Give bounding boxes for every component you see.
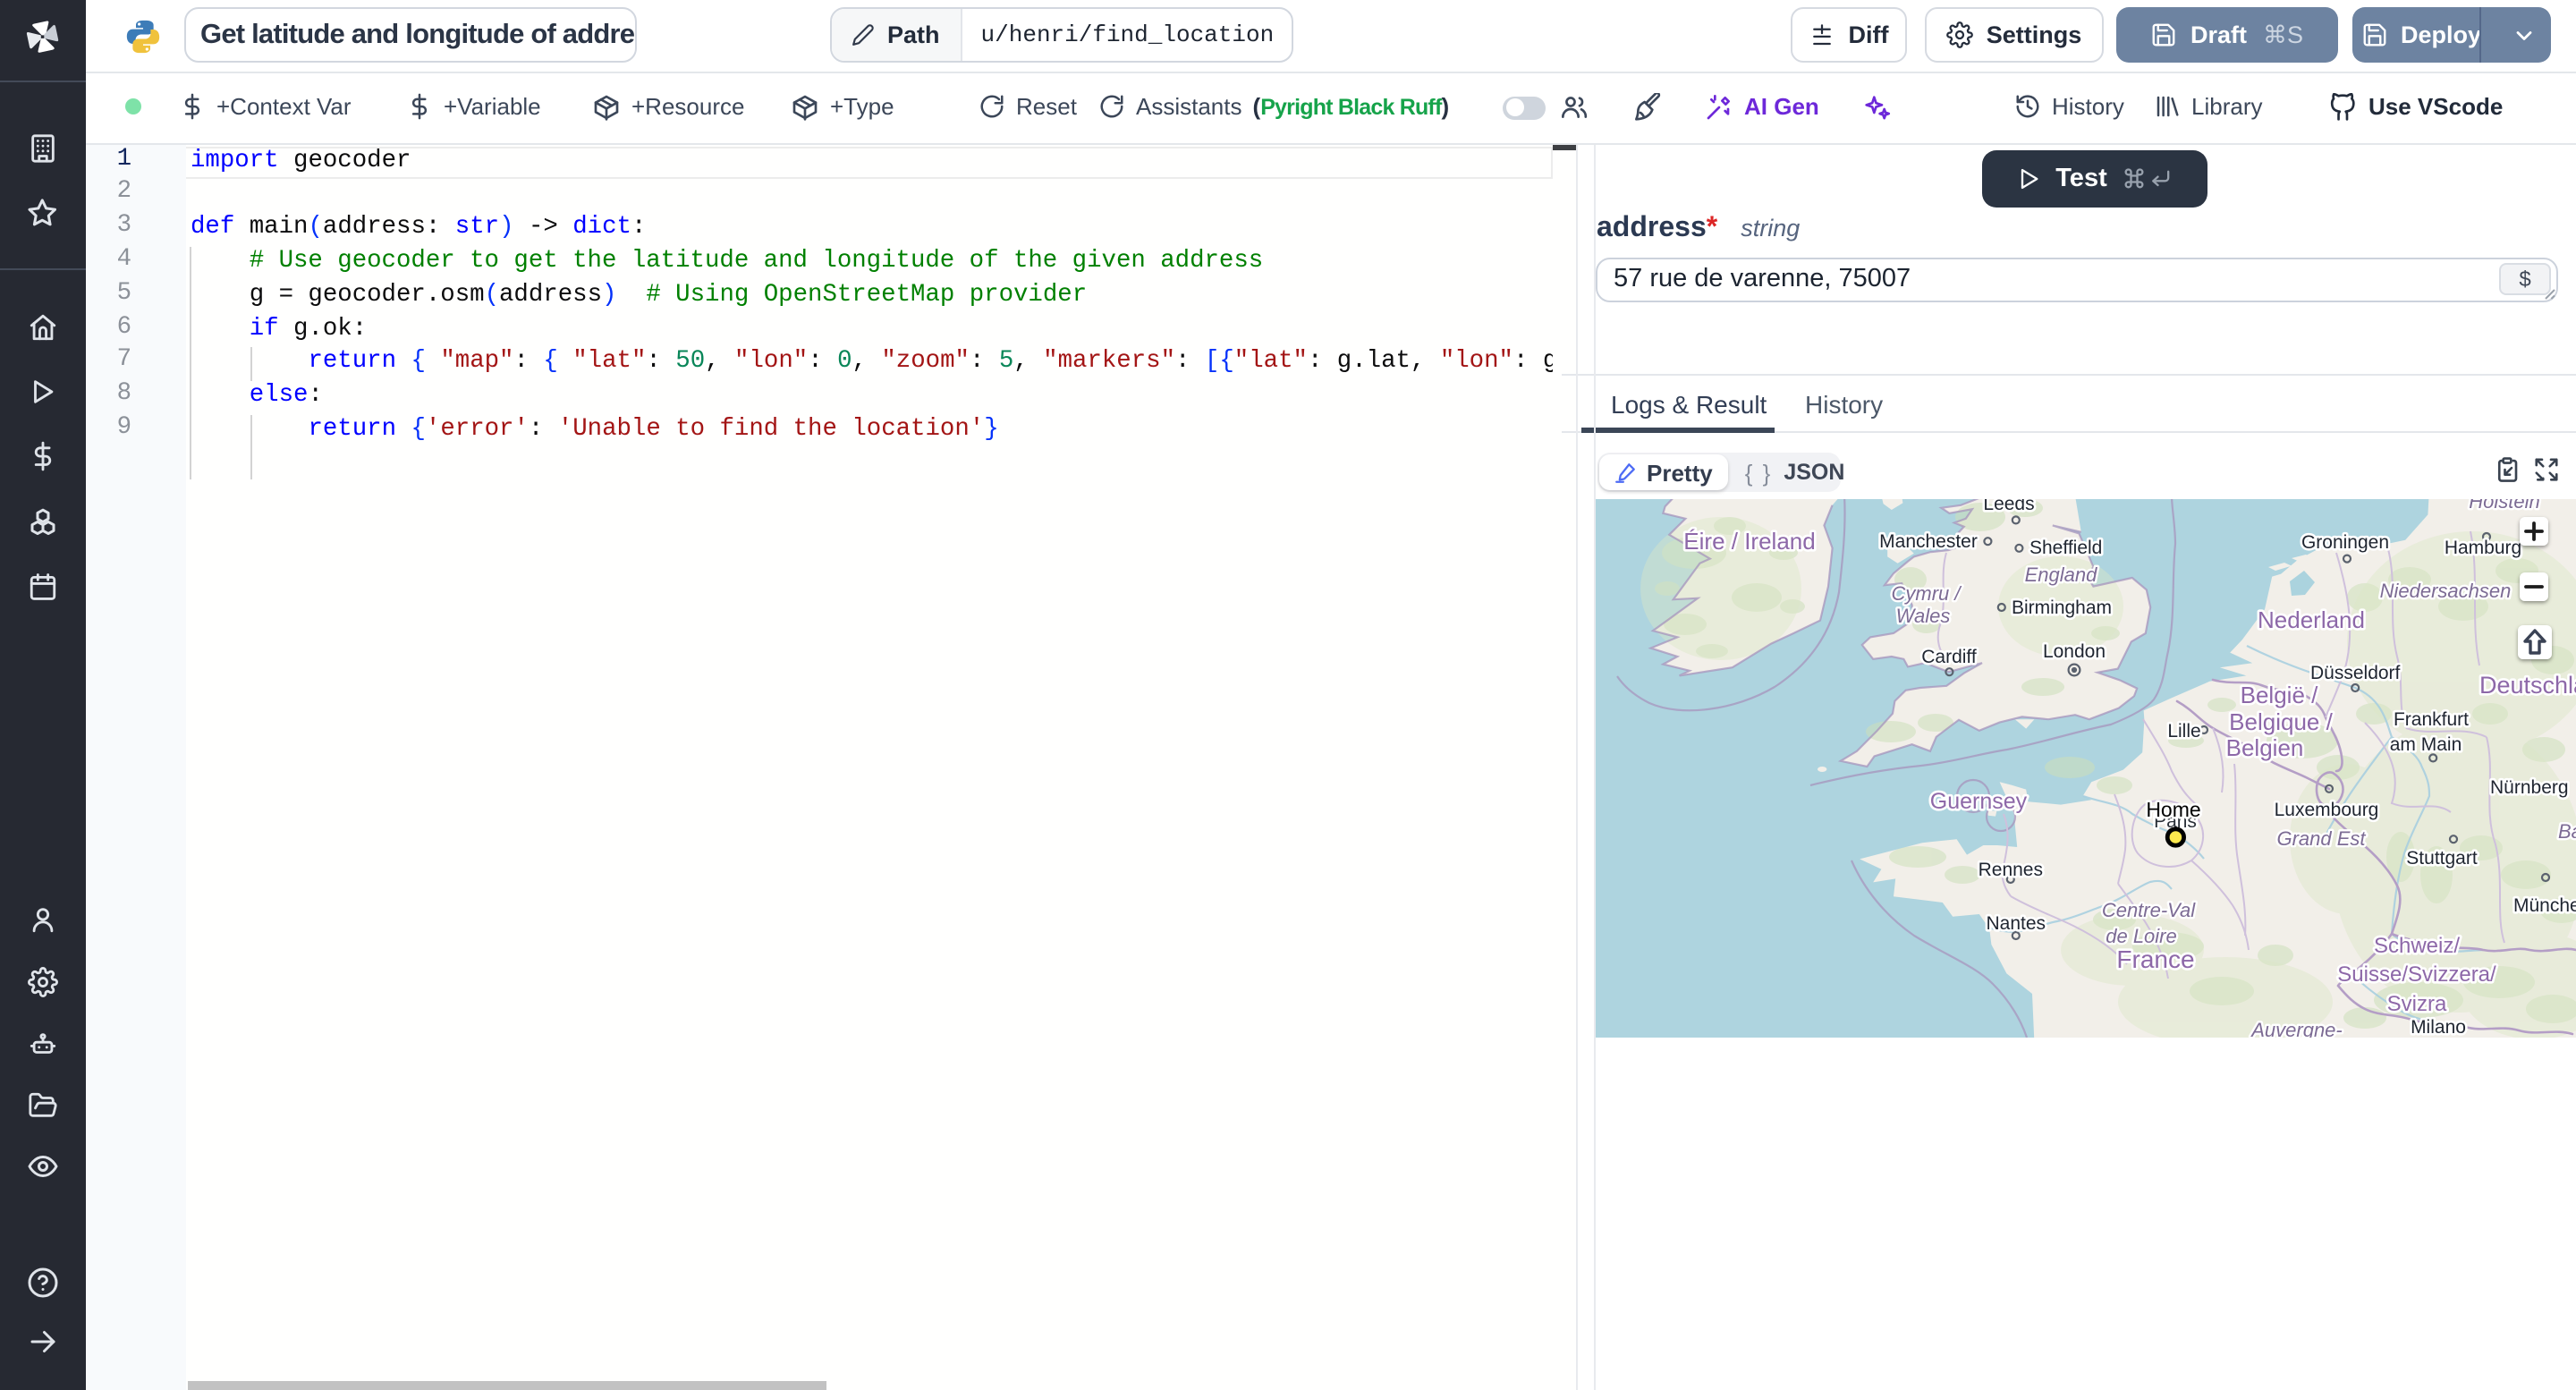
svg-text:Niedersachsen: Niedersachsen — [2379, 579, 2511, 601]
svg-text:Belgique /: Belgique / — [2228, 708, 2332, 734]
svg-text:Milano: Milano — [2410, 1016, 2465, 1037]
svg-text:Cymru /: Cymru / — [1891, 581, 1962, 604]
svg-text:Grand Est: Grand Est — [2275, 826, 2365, 849]
svg-text:Stuttgart: Stuttgart — [2405, 847, 2477, 868]
svg-text:München: München — [2512, 894, 2576, 915]
svg-text:Auvergne-: Auvergne- — [2249, 1018, 2342, 1037]
svg-text:Suisse/Svizzera/: Suisse/Svizzera/ — [2336, 962, 2496, 986]
svg-text:de Loire: de Loire — [2105, 924, 2176, 946]
svg-text:Deutschland: Deutschland — [2479, 671, 2576, 698]
svg-text:Luxembourg: Luxembourg — [2274, 799, 2378, 819]
svg-text:Leeds: Leeds — [1982, 498, 2033, 513]
svg-text:Birmingham: Birmingham — [2011, 597, 2111, 617]
svg-text:Frankfurt: Frankfurt — [2393, 708, 2468, 729]
svg-text:Manchester: Manchester — [1878, 530, 1977, 551]
svg-text:Hamburg: Hamburg — [2444, 537, 2521, 557]
svg-text:Svizra: Svizra — [2386, 991, 2446, 1015]
svg-text:am Main: am Main — [2389, 733, 2462, 754]
svg-text:Holstein: Holstein — [2468, 498, 2538, 512]
svg-text:Centre-Val: Centre-Val — [2101, 898, 2195, 920]
svg-text:Nantes: Nantes — [1986, 912, 2046, 933]
svg-text:Groningen: Groningen — [2301, 531, 2388, 552]
svg-text:Sheffield: Sheffield — [2029, 537, 2101, 557]
svg-text:England: England — [2024, 563, 2097, 585]
svg-text:Rennes: Rennes — [1978, 859, 2042, 879]
svg-text:London: London — [2042, 640, 2105, 661]
svg-text:Cardiff: Cardiff — [1920, 646, 1976, 666]
svg-text:België /: België / — [2240, 681, 2318, 708]
svg-text:Nederland: Nederland — [2257, 606, 2364, 632]
svg-text:Home: Home — [2145, 797, 2199, 820]
svg-text:Wales: Wales — [1895, 604, 1950, 626]
svg-text:Bayern: Bayern — [2557, 819, 2576, 842]
svg-text:Düsseldorf: Düsseldorf — [2309, 662, 2400, 682]
svg-text:France: France — [2115, 945, 2193, 972]
svg-text:Nürnberg: Nürnberg — [2489, 776, 2568, 797]
svg-text:Guernsey: Guernsey — [1929, 788, 2027, 813]
svg-text:Belgien: Belgien — [2225, 733, 2303, 760]
svg-text:Éire / Ireland: Éire / Ireland — [1682, 527, 1814, 554]
svg-text:Lille: Lille — [2166, 720, 2199, 741]
svg-text:Schweiz/: Schweiz/ — [2373, 933, 2459, 957]
